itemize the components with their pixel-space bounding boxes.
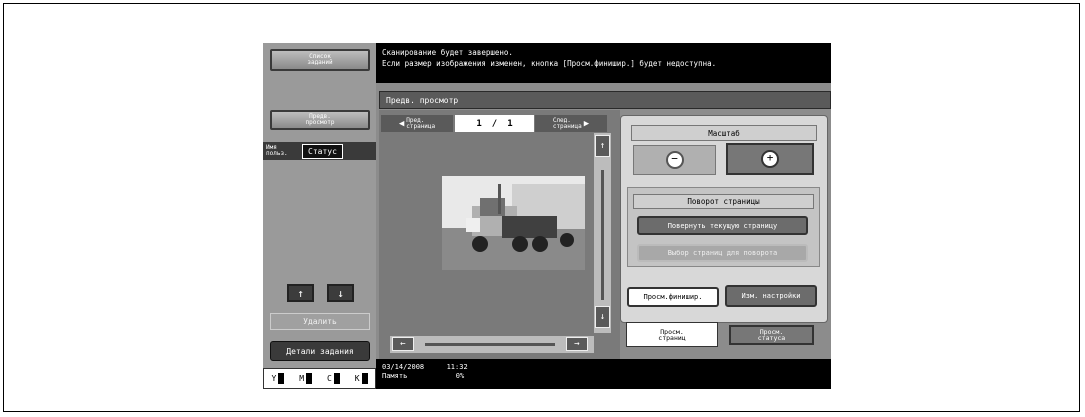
zoom-out-icon: −: [665, 151, 684, 169]
user-label: Имя польз.: [266, 144, 288, 157]
page-counter: 1 / 1: [455, 115, 534, 132]
toner-c: C: [327, 373, 340, 384]
message-line-1: Сканирование будет завершено.: [382, 48, 513, 57]
finishing-view-button[interactable]: Просм.финишир.: [627, 287, 719, 307]
zoom-out-button[interactable]: −: [633, 145, 716, 175]
message-line-2: Если размер изображения изменен, кнопка …: [382, 59, 717, 68]
user-status-row: Имя польз. Статус: [263, 142, 376, 160]
toner-levels: Y M C K: [263, 368, 376, 389]
page-current: 1: [476, 118, 482, 129]
prev-page-button[interactable]: ◀ Пред. страница: [381, 115, 453, 132]
left-sidebar: [263, 43, 376, 389]
status-bar: 03/14/2008 11:32 Память 0%: [376, 359, 831, 389]
tab-view-status[interactable]: Просм. статуса: [729, 325, 814, 345]
tab-view-pages[interactable]: Просм. страниц: [626, 322, 718, 347]
h-scroll-track: [425, 343, 555, 346]
message-bar: Сканирование будет завершено. Если разме…: [376, 43, 831, 83]
next-page-label: След. страница: [552, 116, 582, 130]
preview-header: Предв. просмотр: [379, 91, 831, 109]
arrow-right-icon: ▶: [583, 118, 590, 129]
change-settings-button[interactable]: Изм. настройки: [725, 285, 817, 307]
page-total: 1: [507, 118, 513, 129]
date-time: 03/14/2008 11:32: [382, 363, 825, 372]
memory-label: Память: [382, 372, 408, 380]
rotate-current-page-button[interactable]: Повернуть текущую страницу: [637, 216, 808, 235]
scroll-up-button[interactable]: ↑: [287, 284, 314, 302]
scroll-right-arrow-icon[interactable]: →: [566, 337, 588, 351]
delete-button[interactable]: Удалить: [270, 313, 370, 330]
job-list-button[interactable]: Список заданий: [270, 49, 370, 71]
zoom-in-icon: +: [761, 150, 779, 168]
rotation-title: Поворот страницы: [633, 194, 814, 209]
toner-k: K: [355, 373, 368, 384]
job-details-button[interactable]: Детали задания: [270, 341, 370, 361]
memory-value: 0%: [455, 372, 465, 380]
prev-page-label: Пред. страница: [406, 116, 436, 130]
scroll-up-arrow-icon[interactable]: ↑: [595, 135, 610, 157]
next-page-button[interactable]: След. страница ▶: [535, 115, 607, 132]
memory-row: Память 0%: [382, 372, 825, 381]
zoom-in-button[interactable]: +: [726, 143, 814, 175]
preview-button[interactable]: Предв. просмотр: [270, 110, 370, 130]
scroll-down-button[interactable]: ↓: [327, 284, 354, 302]
preview-image: [442, 176, 585, 270]
time: 11:32: [446, 363, 468, 371]
scroll-down-arrow-icon[interactable]: ↓: [595, 306, 610, 328]
scale-title: Масштаб: [631, 125, 817, 141]
date: 03/14/2008: [382, 363, 425, 371]
status-tab[interactable]: Статус: [302, 143, 343, 159]
truck-photo: [442, 176, 585, 270]
arrow-left-icon: ◀: [398, 118, 405, 129]
scroll-track: [601, 170, 604, 300]
scroll-left-arrow-icon[interactable]: ←: [392, 337, 414, 351]
toner-y: Y: [271, 373, 285, 384]
select-pages-rotate-button[interactable]: Выбор страниц для поворота: [637, 244, 808, 262]
toner-m: M: [299, 373, 313, 384]
